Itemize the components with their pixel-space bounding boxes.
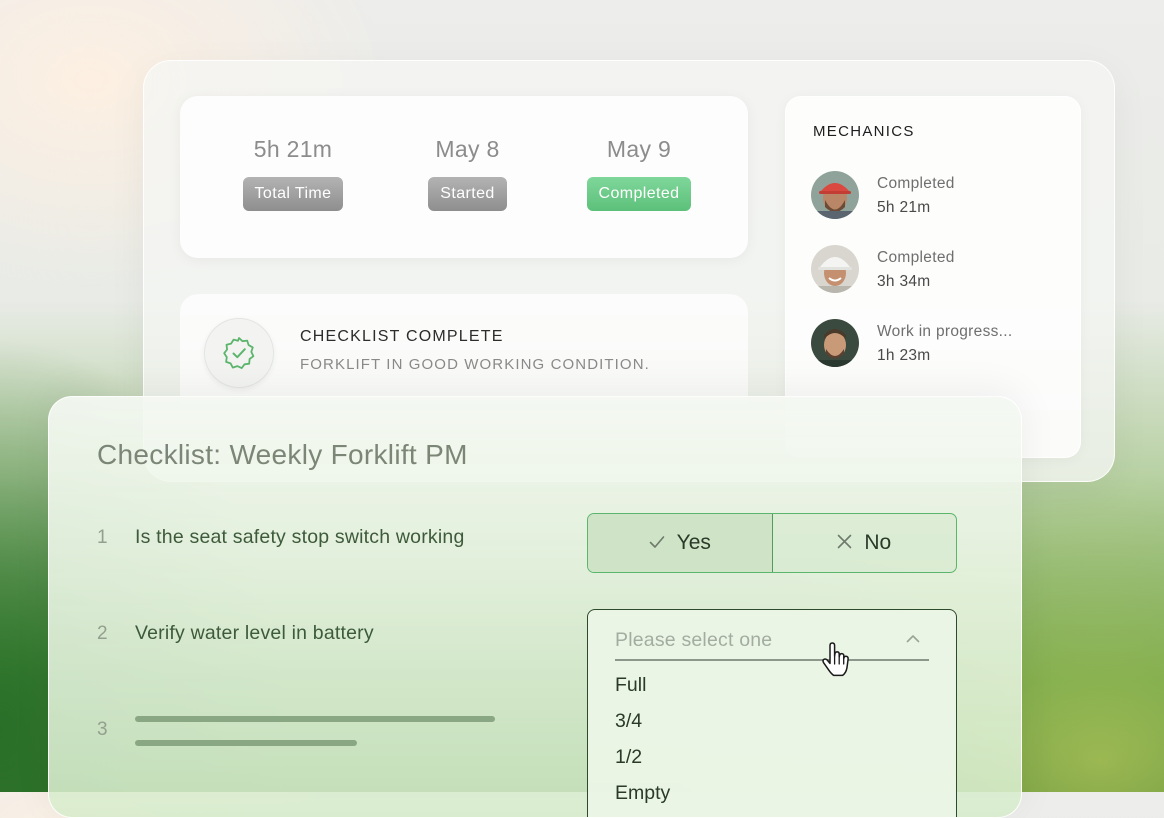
checklist-status-title: CHECKLIST COMPLETE: [300, 328, 504, 345]
no-button[interactable]: No: [773, 514, 957, 572]
yes-label: Yes: [676, 531, 711, 554]
stat-badge: Total Time: [242, 177, 344, 211]
mechanic-item[interactable]: Work in progress... 1h 23m: [811, 319, 1071, 369]
dropdown-placeholder[interactable]: Please select one: [615, 629, 772, 652]
checklist-title: Checklist: Weekly Forklift PM: [97, 439, 468, 470]
mechanics-title: MECHANICS: [813, 123, 915, 140]
dropdown-option[interactable]: Empty: [615, 782, 670, 805]
avatar: [811, 171, 859, 219]
mechanic-item[interactable]: Completed 5h 21m: [811, 171, 1071, 221]
stat-total-time: 5h 21m Total Time: [238, 136, 348, 211]
stat-value: May 8: [435, 136, 500, 162]
stat-completed: May 9 Completed: [580, 136, 698, 211]
question-text-placeholder: [135, 716, 495, 722]
stat-value: May 9: [606, 136, 672, 162]
question-number: 1: [97, 527, 108, 548]
mechanic-status: Work in progress...: [877, 323, 1013, 340]
mechanic-time: 1h 23m: [877, 347, 931, 364]
stat-badge: Started: [428, 177, 507, 211]
yes-no-toggle: Yes No: [587, 513, 957, 573]
no-label: No: [864, 531, 892, 554]
mechanic-time: 3h 34m: [877, 273, 931, 290]
stats-panel: 5h 21m Total Time May 8 Started May 9 Co…: [180, 96, 748, 258]
dropdown-option[interactable]: 3/4: [615, 710, 642, 733]
close-icon: [837, 531, 852, 555]
mechanic-status: Completed: [877, 175, 955, 192]
hand-pointer-icon: [820, 642, 852, 683]
stat-badge: Completed: [586, 177, 692, 211]
mechanic-status: Completed: [877, 249, 955, 266]
check-icon: [649, 531, 665, 555]
question-text: Is the seat safety stop switch working: [135, 526, 465, 548]
stat-started: May 8 Started: [420, 136, 515, 211]
avatar: [811, 319, 859, 367]
mechanic-item[interactable]: Completed 3h 34m: [811, 245, 1071, 295]
mechanic-time: 5h 21m: [877, 199, 931, 216]
checklist-card: Checklist: Weekly Forklift PM 1 Is the s…: [48, 396, 1022, 818]
water-level-dropdown[interactable]: Please select one Full 3/4 1/2 Empty: [587, 609, 957, 817]
dropdown-option[interactable]: Full: [615, 674, 646, 697]
dropdown-option[interactable]: 1/2: [615, 746, 642, 769]
yes-button[interactable]: Yes: [588, 514, 773, 572]
question-text-placeholder: [135, 740, 357, 746]
question-number: 3: [97, 719, 108, 740]
question-number: 2: [97, 623, 108, 644]
question-text: Verify water level in battery: [135, 622, 374, 644]
checklist-status-panel: CHECKLIST COMPLETE FORKLIFT IN GOOD WORK…: [180, 294, 748, 404]
checklist-status-subtitle: FORKLIFT IN GOOD WORKING CONDITION.: [300, 356, 650, 373]
stat-value: 5h 21m: [253, 136, 333, 162]
avatar: [811, 245, 859, 293]
dropdown-underline: [615, 659, 929, 661]
chevron-up-icon[interactable]: [906, 630, 920, 648]
verified-badge-icon: [204, 318, 274, 388]
